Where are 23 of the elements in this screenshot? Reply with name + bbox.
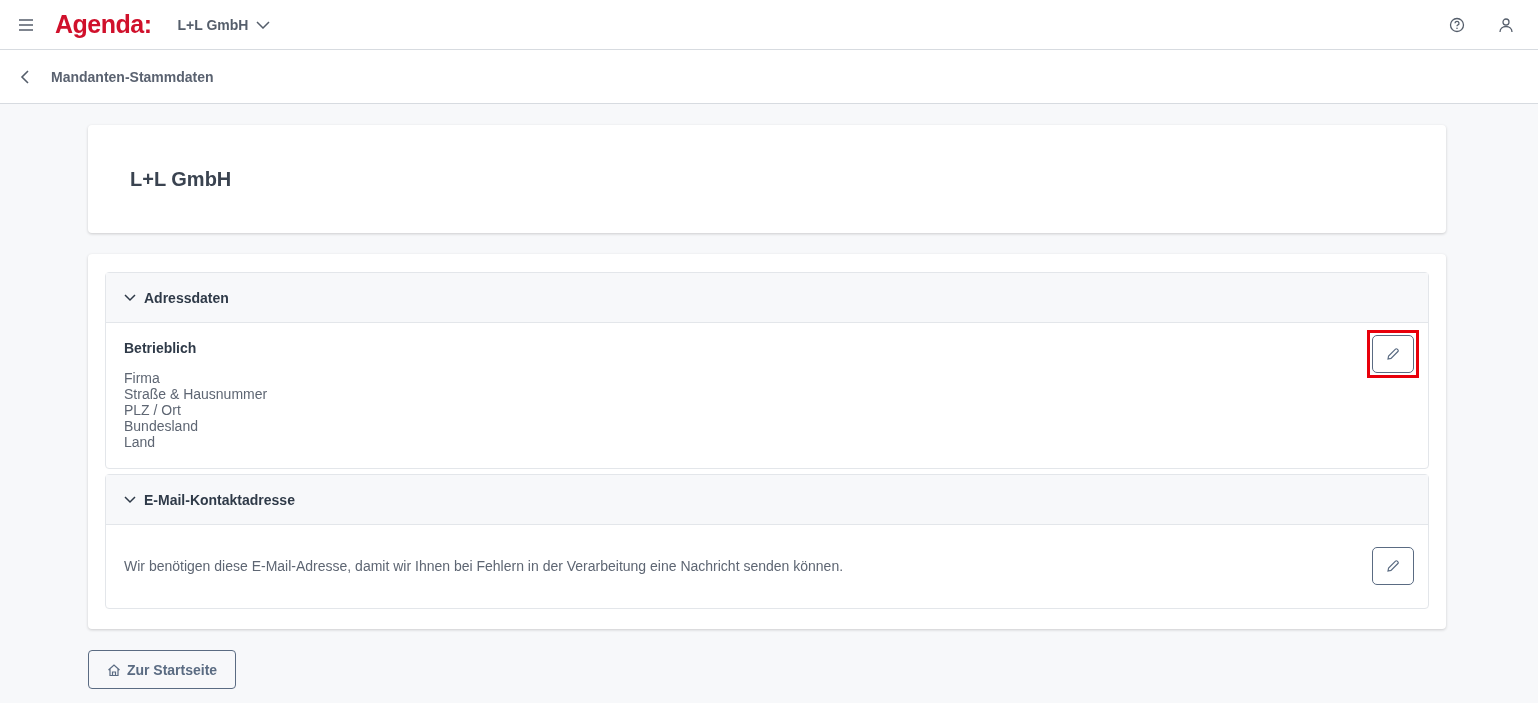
pencil-icon	[1386, 347, 1400, 361]
section-header[interactable]: E-Mail-Kontaktadresse	[106, 475, 1428, 525]
back-icon[interactable]	[20, 69, 30, 84]
page-title: Mandanten-Stammdaten	[51, 68, 214, 85]
logo: Agenda:	[55, 10, 152, 39]
address-field-label: Firma	[124, 370, 161, 386]
address-heading: Betrieblich	[124, 340, 198, 356]
client-name: L+L GmbH	[130, 167, 232, 191]
address-field-label: Bundesland	[124, 418, 199, 434]
home-button[interactable]: Zur Startseite	[88, 650, 236, 689]
help-icon[interactable]	[1449, 16, 1465, 33]
description-text: Wir benötigen diese E-Mail-Adresse, damit wir Ihnen bei Fehlern in der Verarbeitung eine Nachricht senden können.	[124, 558, 844, 574]
client-dropdown[interactable]: L+L GmbH	[177, 16, 271, 33]
pencil-icon	[1386, 559, 1400, 573]
home-icon	[106, 662, 121, 677]
address-field-label: Straße & Hausnummer	[124, 386, 268, 402]
section-header[interactable]: Adressdaten	[106, 273, 1428, 323]
address-field-label: PLZ / Ort	[124, 402, 182, 418]
menu-icon[interactable]	[18, 18, 34, 31]
address-field-label: Land	[124, 434, 157, 450]
user-icon[interactable]	[1498, 16, 1514, 33]
edit-button[interactable]	[1372, 547, 1414, 585]
caret-icon	[256, 20, 271, 29]
